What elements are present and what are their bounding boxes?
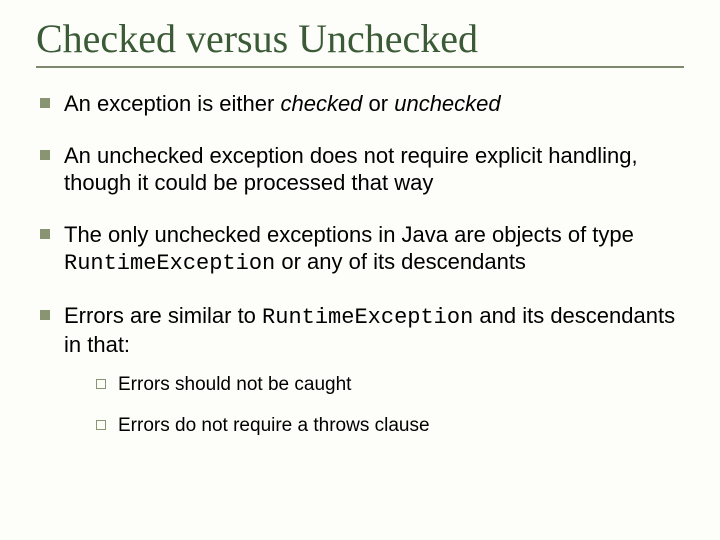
slide: Checked versus Unchecked An exception is… (0, 0, 720, 540)
bullet-text-italic: checked (280, 91, 362, 116)
sub-bullet-text: Errors should not be caught (118, 374, 351, 395)
bullet-item: An unchecked exception does not require … (36, 142, 684, 197)
bullet-text-italic: unchecked (394, 91, 500, 116)
bullet-item: An exception is either checked or unchec… (36, 90, 684, 118)
bullet-text: or any of its descendants (275, 249, 526, 274)
sub-bullet-text: Errors do not require a throws clause (118, 415, 430, 436)
bullet-text: An exception is either (64, 91, 280, 116)
sub-bullet-item: Errors do not require a throws clause (94, 414, 684, 438)
bullet-text: or (362, 91, 394, 116)
bullet-list: An exception is either checked or unchec… (36, 90, 684, 438)
bullet-item: The only unchecked exceptions in Java ar… (36, 221, 684, 278)
bullet-text: An unchecked exception does not require … (64, 143, 638, 196)
bullet-text: Errors are similar to (64, 303, 262, 328)
sub-bullet-item: Errors should not be caught (94, 373, 684, 397)
title-divider: Checked versus Unchecked (36, 18, 684, 68)
bullet-item: Errors are similar to RuntimeException a… (36, 302, 684, 439)
sub-bullet-list: Errors should not be caught Errors do no… (94, 373, 684, 439)
slide-title: Checked versus Unchecked (36, 18, 684, 60)
bullet-text: The only unchecked exceptions in Java ar… (64, 222, 634, 247)
bullet-text-mono: RuntimeException (64, 251, 275, 276)
bullet-text-mono: RuntimeException (262, 305, 473, 330)
